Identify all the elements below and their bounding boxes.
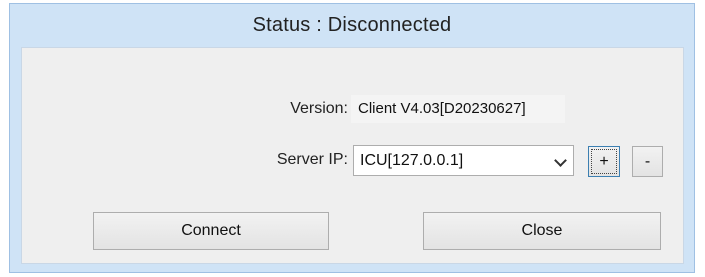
chevron-down-icon: [554, 154, 567, 167]
status-dialog: Status : Disconnected Version: Client V4…: [9, 3, 695, 273]
connect-button-label: Connect: [181, 222, 241, 239]
server-ip-select[interactable]: ICU[127.0.0.1]: [353, 145, 574, 176]
dialog-content: Version: Client V4.03[D20230627] Server …: [21, 47, 684, 264]
add-server-button[interactable]: +: [588, 146, 620, 177]
add-server-label: +: [599, 152, 609, 170]
version-value: Client V4.03[D20230627]: [351, 95, 565, 123]
dialog-title: Status : Disconnected: [252, 14, 452, 36]
version-label: Version:: [290, 100, 348, 117]
server-ip-selected-value: ICU[127.0.0.1]: [360, 152, 464, 169]
close-button[interactable]: Close: [423, 212, 661, 250]
server-ip-label: Server IP:: [276, 151, 348, 168]
title-bar: Status : Disconnected: [10, 4, 694, 47]
connect-button[interactable]: Connect: [93, 212, 329, 250]
remove-server-label: -: [644, 152, 651, 170]
close-button-label: Close: [521, 222, 563, 239]
add-server-focus-ring: +: [591, 149, 617, 174]
remove-server-button[interactable]: -: [632, 146, 663, 177]
